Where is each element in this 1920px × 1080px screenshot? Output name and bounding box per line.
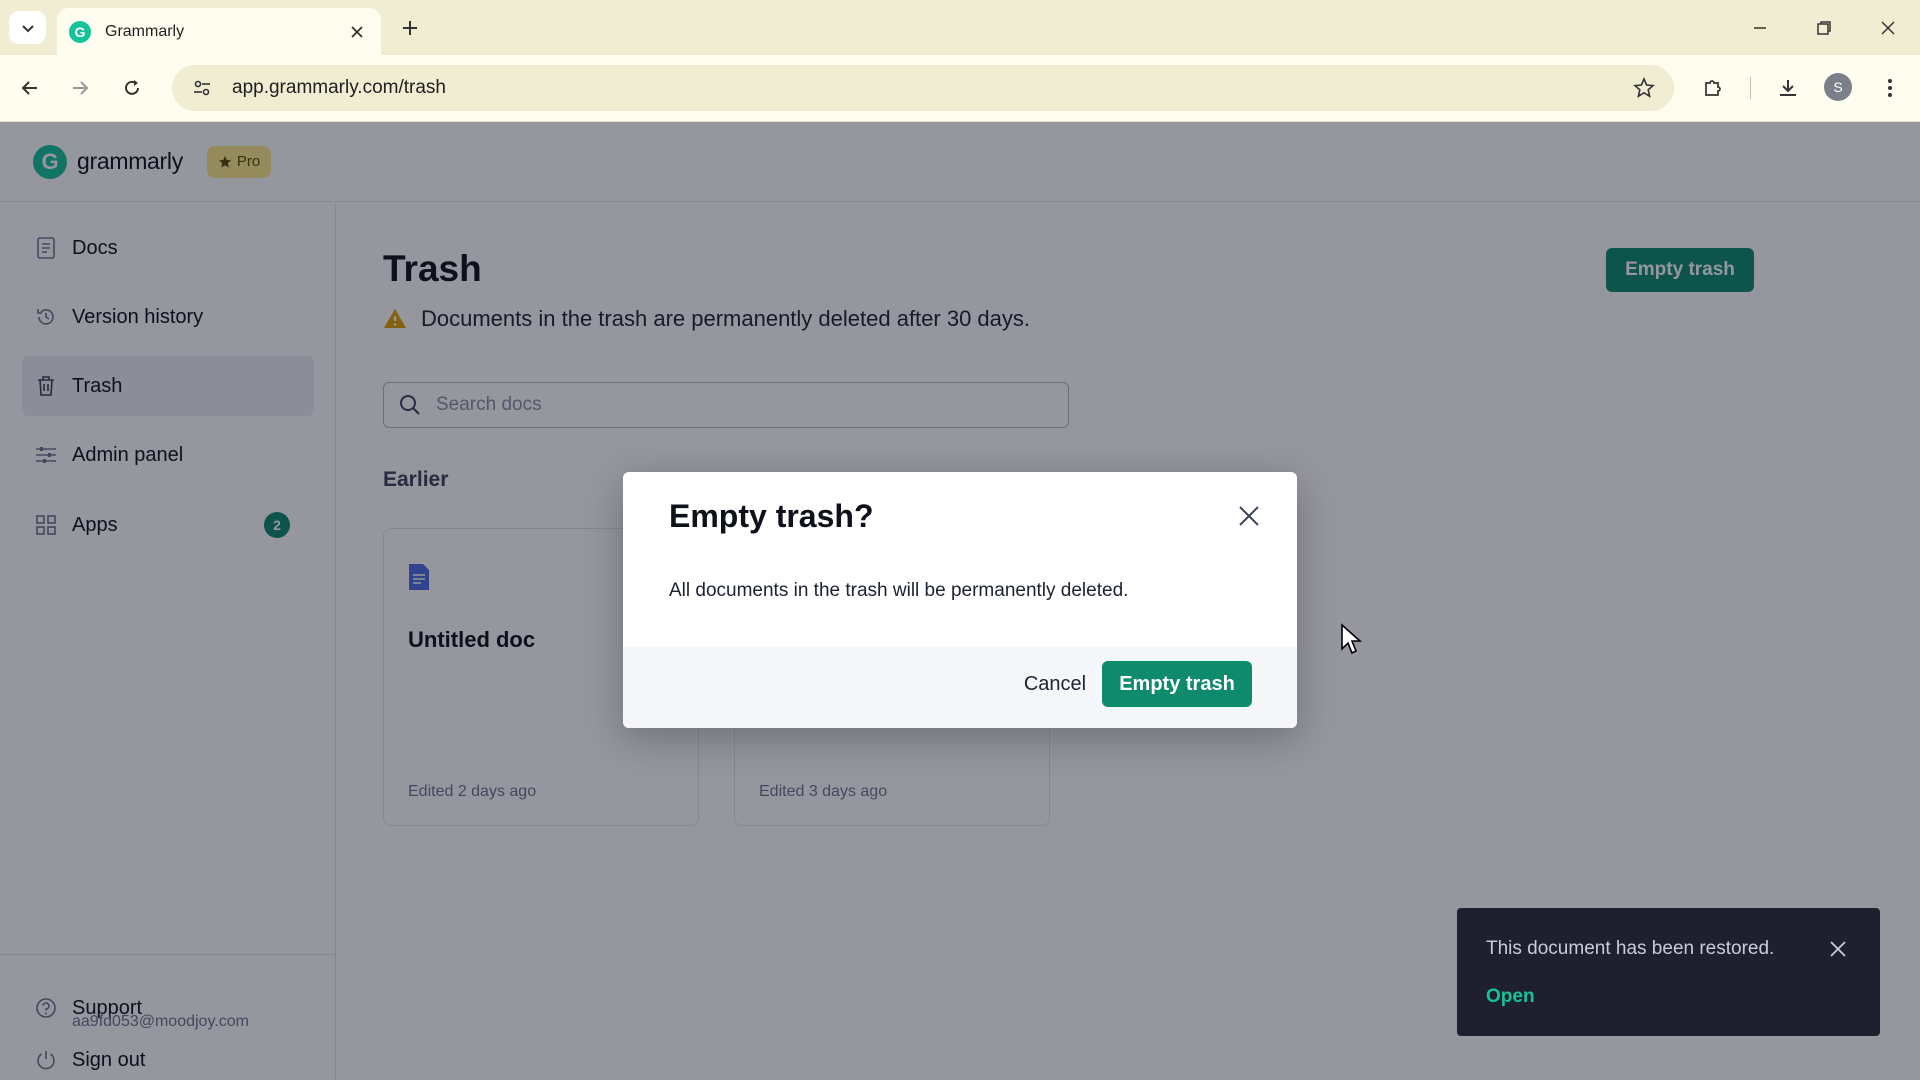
star-outline-icon [1633,77,1655,98]
minimize-button[interactable] [1744,12,1776,44]
toast-notification: This document has been restored. Open [1457,908,1880,1036]
dialog-footer: Cancel Empty trash [623,647,1297,728]
site-info-button[interactable] [180,66,224,110]
browser-tab[interactable]: G Grammarly [57,8,381,55]
cancel-button[interactable]: Cancel [993,661,1117,707]
extensions-button[interactable] [1697,72,1729,104]
dialog-message: All documents in the trash will be perma… [669,580,1129,601]
tab-search-button[interactable] [9,11,46,44]
forward-button[interactable] [64,72,96,104]
close-window-button[interactable] [1872,12,1904,44]
mouse-cursor-icon [1341,623,1362,655]
minimize-icon [1754,27,1766,29]
toolbar-separator [1750,77,1751,99]
tune-icon [194,80,210,96]
browser-tabstrip: G Grammarly [0,0,1920,55]
profile-avatar[interactable]: S [1824,73,1852,101]
toast-open-button[interactable]: Open [1486,986,1535,1008]
reload-button[interactable] [116,72,148,104]
close-icon [1830,941,1846,957]
url-text[interactable]: app.grammarly.com/trash [232,77,1624,99]
plus-icon [403,21,417,35]
arrow-right-icon [73,81,89,95]
close-icon [1881,21,1895,35]
toast-close-button[interactable] [1825,936,1851,962]
dialog-close-button[interactable] [1235,502,1263,530]
tab-title: Grammarly [105,22,185,40]
download-icon [1780,80,1796,96]
dialog-title: Empty trash? [669,498,874,534]
browser-toolbar: app.grammarly.com/trash [0,55,1920,122]
restore-icon [1817,21,1831,35]
back-button[interactable] [14,72,46,104]
restore-button[interactable] [1808,12,1840,44]
toast-message: This document has been restored. [1486,938,1775,959]
grammarly-favicon-icon: G [69,20,91,43]
more-vertical-icon [1888,79,1892,97]
close-icon [351,25,363,38]
bookmark-button[interactable] [1624,68,1664,108]
reload-icon [125,80,139,95]
puzzle-icon [1705,80,1721,96]
arrow-left-icon [21,81,37,95]
tab-close-button[interactable] [347,22,367,42]
close-icon [1239,506,1259,526]
browser-menu-button[interactable] [1874,72,1906,104]
empty-trash-dialog: Empty trash? All documents in the trash … [623,472,1297,728]
downloads-button[interactable] [1772,72,1804,104]
chevron-down-icon [21,24,34,32]
address-bar[interactable]: app.grammarly.com/trash [172,65,1674,111]
confirm-empty-trash-button[interactable]: Empty trash [1102,661,1252,707]
new-tab-button[interactable] [396,14,424,42]
